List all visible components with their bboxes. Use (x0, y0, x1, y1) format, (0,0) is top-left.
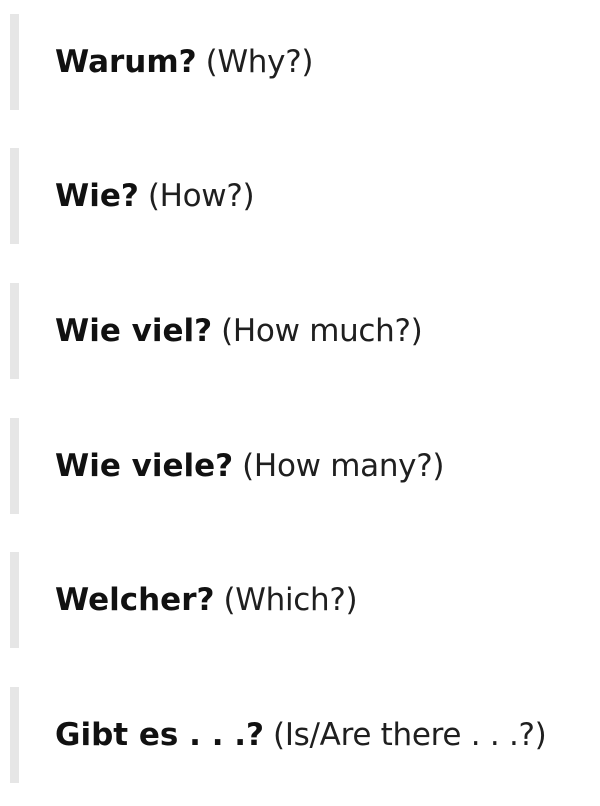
english-translation: (How much?) (221, 313, 423, 349)
english-translation: (How?) (147, 178, 255, 214)
german-question-word: Wie viel? (55, 313, 213, 349)
german-question-word: Gibt es . . .? (55, 717, 265, 753)
german-question-word: Warum? (55, 44, 197, 80)
question-item-warum: Warum? (Why?) (10, 14, 590, 110)
english-translation: (Which?) (223, 582, 358, 618)
question-item-wie-viele: Wie viele? (How many?) (10, 418, 590, 514)
question-item-gibt-es: Gibt es . . .? (Is/Are there . . .?) (10, 687, 590, 783)
question-item-welcher: Welcher? (Which?) (10, 552, 590, 648)
english-translation: (Why?) (205, 44, 314, 80)
question-word-list: Warum? (Why?) Wie? (How?) Wie viel? (How… (0, 0, 600, 806)
question-item-wie-viel: Wie viel? (How much?) (10, 283, 590, 379)
english-translation: (Is/Are there . . .?) (273, 717, 547, 753)
german-question-word: Wie viele? (55, 448, 234, 484)
english-translation: (How many?) (242, 448, 445, 484)
german-question-word: Welcher? (55, 582, 215, 618)
question-item-wie: Wie? (How?) (10, 148, 590, 244)
german-question-word: Wie? (55, 178, 139, 214)
